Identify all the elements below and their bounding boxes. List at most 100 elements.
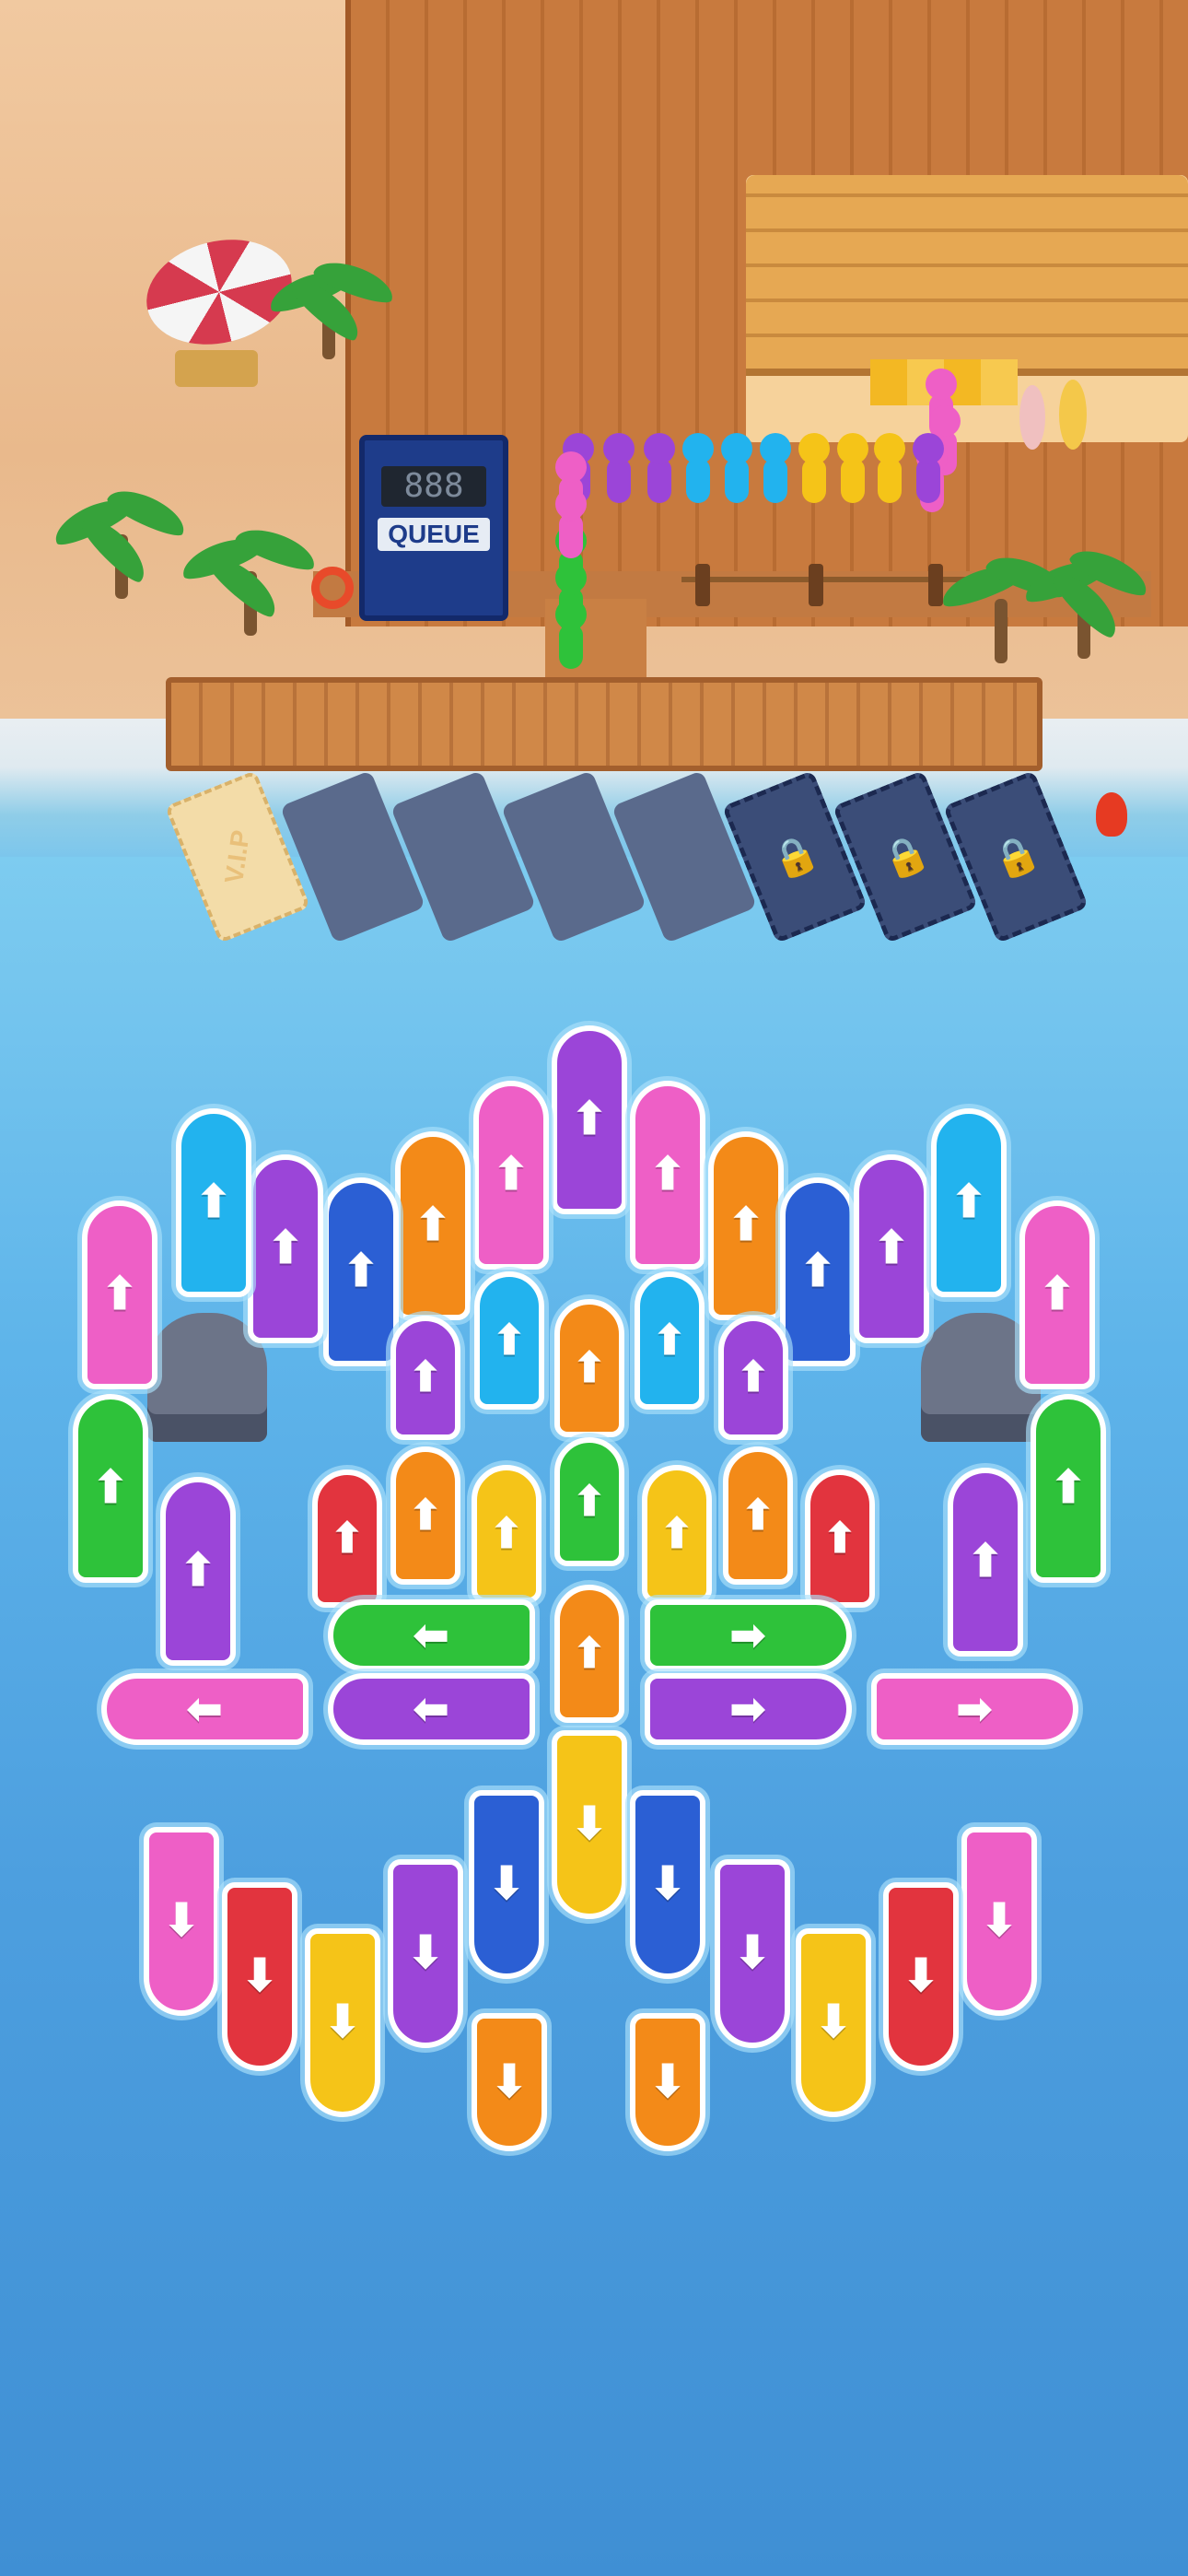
pier [166, 677, 1042, 771]
yellow-boat-down[interactable]: ⬇ [552, 1729, 627, 1919]
red-boat-down[interactable]: ⬇ [222, 1881, 297, 2071]
arrow-up-icon: ⬆ [265, 1220, 306, 1275]
green-boat-right[interactable]: ➡ [644, 1599, 852, 1671]
orange-boat-up[interactable]: ⬆ [390, 1446, 460, 1585]
arrow-up-icon: ⬆ [821, 1513, 858, 1564]
palm-tree-icon [48, 479, 192, 599]
green-boat-up[interactable]: ⬆ [554, 1437, 624, 1566]
arrow-up-icon: ⬆ [740, 1490, 776, 1541]
arrow-up-icon: ⬆ [341, 1243, 381, 1298]
arrow-down-icon: ⬇ [647, 2054, 688, 2109]
passenger [677, 433, 719, 507]
blue-boat-down[interactable]: ⬇ [630, 1789, 705, 1979]
cyan-boat-up[interactable]: ⬆ [176, 1107, 251, 1297]
yellow-boat-up[interactable]: ⬆ [642, 1465, 712, 1603]
surfboard-icon [1059, 380, 1087, 450]
arrow-up-icon: ⬆ [407, 1352, 444, 1403]
pink-boat-down[interactable]: ⬇ [961, 1826, 1037, 2016]
arrow-up-icon: ⬆ [871, 1220, 912, 1275]
arrow-down-icon: ⬇ [647, 1856, 688, 1911]
purple-boat-down[interactable]: ⬇ [715, 1858, 790, 2048]
yellow-boat-down[interactable]: ⬇ [796, 1927, 871, 2117]
orange-boat-up[interactable]: ⬆ [554, 1299, 624, 1437]
blue-boat-down[interactable]: ⬇ [469, 1789, 544, 1979]
passenger [868, 433, 911, 507]
yellow-boat-down[interactable]: ⬇ [305, 1927, 380, 2117]
arrow-up-icon: ⬆ [178, 1542, 218, 1598]
cyan-boat-up[interactable]: ⬆ [474, 1271, 544, 1410]
rope-post [809, 564, 823, 606]
arrow-up-icon: ⬆ [569, 1091, 610, 1146]
pink-boat-left[interactable]: ⬅ [100, 1673, 309, 1745]
purple-boat-up[interactable]: ⬆ [948, 1467, 1023, 1657]
red-boat-up[interactable]: ⬆ [312, 1469, 382, 1608]
green-boat-up[interactable]: ⬆ [1031, 1393, 1106, 1583]
arrow-up-icon: ⬆ [726, 1197, 766, 1252]
game-scene: 888 QUEUE V.I.P 🔒 🔒 🔒 ⬆ ⬆ ⬆ ⬆ ⬆ ⬆ ⬆ ⬆ ⬆ … [0, 0, 1188, 2576]
red-boat-up[interactable]: ⬆ [805, 1469, 875, 1608]
purple-boat-up[interactable]: ⬆ [854, 1153, 929, 1343]
orange-boat-up[interactable]: ⬆ [554, 1585, 624, 1723]
yellow-boat-up[interactable]: ⬆ [472, 1465, 542, 1603]
lock-icon: 🔒 [876, 829, 935, 885]
red-boat-down[interactable]: ⬇ [883, 1881, 959, 2071]
surfboard-icon [1019, 385, 1045, 450]
cyan-boat-up[interactable]: ⬆ [635, 1271, 705, 1410]
beach-chair [175, 350, 258, 387]
pink-boat-up[interactable]: ⬆ [1019, 1200, 1095, 1389]
arrow-up-icon: ⬆ [658, 1508, 695, 1560]
arrow-up-icon: ⬆ [949, 1174, 989, 1229]
hut-roof [746, 175, 1188, 369]
arrow-up-icon: ⬆ [647, 1146, 688, 1201]
cyan-boat-up[interactable]: ⬆ [931, 1107, 1007, 1297]
green-boat-up[interactable]: ⬆ [73, 1393, 148, 1583]
orange-boat-down[interactable]: ⬇ [472, 2013, 547, 2151]
lock-icon: 🔒 [986, 829, 1045, 885]
buoy-icon [1096, 792, 1127, 837]
purple-boat-up[interactable]: ⬆ [718, 1315, 788, 1440]
arrow-down-icon: ⬇ [161, 1892, 202, 1948]
arrow-left-icon: ⬅ [412, 1609, 450, 1661]
queue-counter: 888 [381, 466, 486, 507]
purple-boat-left[interactable]: ⬅ [327, 1673, 535, 1745]
purple-boat-up[interactable]: ⬆ [390, 1315, 460, 1440]
passenger [793, 433, 835, 507]
orange-boat-up[interactable]: ⬆ [395, 1130, 471, 1320]
pink-boat-down[interactable]: ⬇ [144, 1826, 219, 2016]
vip-label: V.I.P [219, 827, 255, 885]
arrow-up-icon: ⬆ [651, 1315, 688, 1366]
green-boat-left[interactable]: ⬅ [327, 1599, 535, 1671]
arrow-right-icon: ➡ [728, 1682, 767, 1735]
purple-boat-up[interactable]: ⬆ [160, 1476, 236, 1666]
arrow-down-icon: ⬇ [979, 1892, 1019, 1948]
arrow-down-icon: ⬇ [813, 1994, 854, 2049]
lock-icon: 🔒 [765, 829, 824, 885]
arrow-up-icon: ⬆ [798, 1243, 838, 1298]
arrow-up-icon: ⬆ [735, 1352, 772, 1403]
orange-boat-up[interactable]: ⬆ [708, 1130, 784, 1320]
purple-boat-right[interactable]: ➡ [644, 1673, 852, 1745]
arrow-down-icon: ⬇ [405, 1925, 446, 1980]
pink-boat-up[interactable]: ⬆ [630, 1080, 705, 1270]
purple-boat-up[interactable]: ⬆ [248, 1153, 323, 1343]
arrow-up-icon: ⬆ [571, 1628, 608, 1680]
arrow-down-icon: ⬇ [901, 1948, 941, 2003]
pink-boat-right[interactable]: ➡ [870, 1673, 1078, 1745]
arrow-down-icon: ⬇ [569, 1796, 610, 1851]
purple-boat-down[interactable]: ⬇ [388, 1858, 463, 2048]
purple-boat-up[interactable]: ⬆ [552, 1025, 627, 1214]
pink-boat-up[interactable]: ⬆ [473, 1080, 549, 1270]
arrow-up-icon: ⬆ [90, 1459, 131, 1515]
arrow-down-icon: ⬇ [322, 1994, 363, 2049]
pink-boat-up[interactable]: ⬆ [82, 1200, 157, 1389]
orange-boat-down[interactable]: ⬇ [630, 2013, 705, 2151]
blue-boat-up[interactable]: ⬆ [323, 1177, 399, 1366]
rope-post [695, 564, 710, 606]
palm-tree-icon [264, 253, 405, 378]
orange-boat-up[interactable]: ⬆ [723, 1446, 793, 1585]
arrow-right-icon: ➡ [728, 1609, 767, 1661]
rope-barrier [681, 577, 967, 582]
passenger [754, 433, 797, 507]
arrow-up-icon: ⬆ [193, 1174, 234, 1229]
blue-boat-up[interactable]: ⬆ [780, 1177, 856, 1366]
